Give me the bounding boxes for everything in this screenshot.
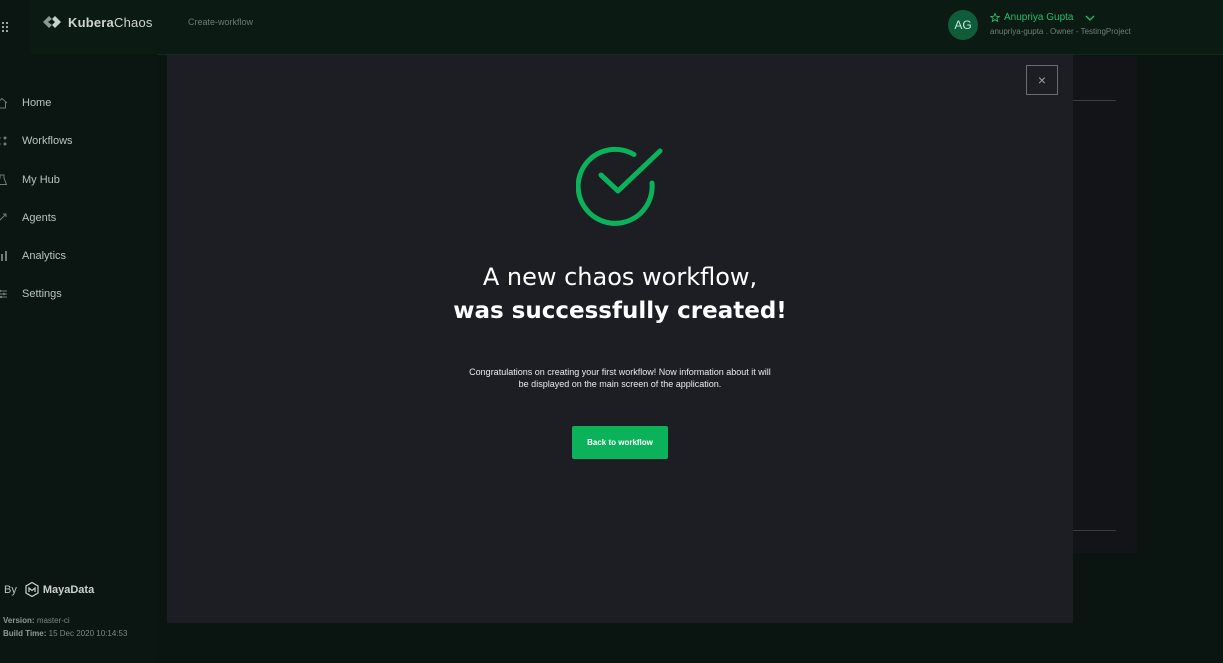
- success-check-icon: [576, 146, 663, 226]
- breadcrumb[interactable]: Create-workflow: [188, 17, 253, 27]
- by-mayadata: By MayaData: [4, 582, 94, 597]
- sidebar-item-label: Agents: [22, 212, 57, 224]
- user-name: Anupriya Gupta: [1004, 12, 1074, 23]
- avatar[interactable]: AG: [948, 10, 978, 40]
- app-grid-button[interactable]: [0, 0, 30, 54]
- sidebar-item-label: Home: [22, 97, 52, 109]
- brand-logo[interactable]: KuberaChaos: [42, 14, 153, 30]
- company-name: MayaData: [42, 583, 95, 596]
- sidebar-item-label: Analytics: [22, 250, 67, 262]
- workflows-icon: [0, 135, 10, 147]
- success-headline: A new chaos workflow,: [482, 263, 758, 291]
- sidebar-item-label: Settings: [22, 288, 62, 300]
- settings-icon: [0, 288, 10, 300]
- agents-icon: [0, 212, 10, 224]
- home-icon: [0, 97, 10, 109]
- analytics-icon: [0, 250, 10, 262]
- close-button[interactable]: ×: [1026, 65, 1058, 95]
- user-menu[interactable]: Anupriya Gupta: [990, 12, 1096, 23]
- grid-icon: [2, 22, 8, 32]
- brand-name: KuberaChaos: [68, 14, 153, 30]
- mayadata-logo[interactable]: MayaData: [25, 582, 94, 597]
- back-to-workflow-button[interactable]: Back to workflow: [572, 426, 668, 459]
- by-label: By: [4, 583, 17, 596]
- divider: [1073, 530, 1116, 531]
- success-description: Congratulations on creating your first w…: [469, 367, 771, 389]
- success-headline-bold: was successfully created!: [453, 298, 787, 324]
- background-panel: [1073, 56, 1137, 553]
- top-bar: KuberaChaos Create-workflow AG Anupriya …: [0, 0, 1223, 55]
- divider: [1073, 100, 1116, 101]
- sidebar-item-analytics[interactable]: Analytics: [0, 250, 66, 262]
- mayadata-icon: [25, 582, 39, 597]
- sidebar-item-workflows[interactable]: Workflows: [0, 135, 73, 147]
- success-modal: × A new chaos workflow, was successfully…: [167, 55, 1073, 623]
- sidebar-item-label: My Hub: [22, 174, 60, 186]
- user-project-info: anupriya-gupta . Owner - TestingProject: [990, 27, 1131, 36]
- kubera-logo-icon: [43, 16, 61, 28]
- hub-icon: [0, 174, 10, 186]
- sidebar-item-my-hub[interactable]: My Hub: [0, 174, 60, 186]
- version-info: Version: master-ci: [3, 616, 70, 625]
- build-time-info: Build Time: 15 Dec 2020 10:14:53: [3, 629, 128, 638]
- sidebar-item-home[interactable]: Home: [0, 97, 51, 109]
- sidebar: Home Workflows My Hub Agents Analytics S…: [0, 54, 157, 663]
- star-icon: [990, 13, 1000, 22]
- close-icon: ×: [1037, 72, 1047, 88]
- sidebar-item-settings[interactable]: Settings: [0, 288, 62, 300]
- sidebar-item-agents[interactable]: Agents: [0, 212, 56, 224]
- sidebar-item-label: Workflows: [22, 135, 73, 147]
- chevron-down-icon: [1085, 15, 1094, 21]
